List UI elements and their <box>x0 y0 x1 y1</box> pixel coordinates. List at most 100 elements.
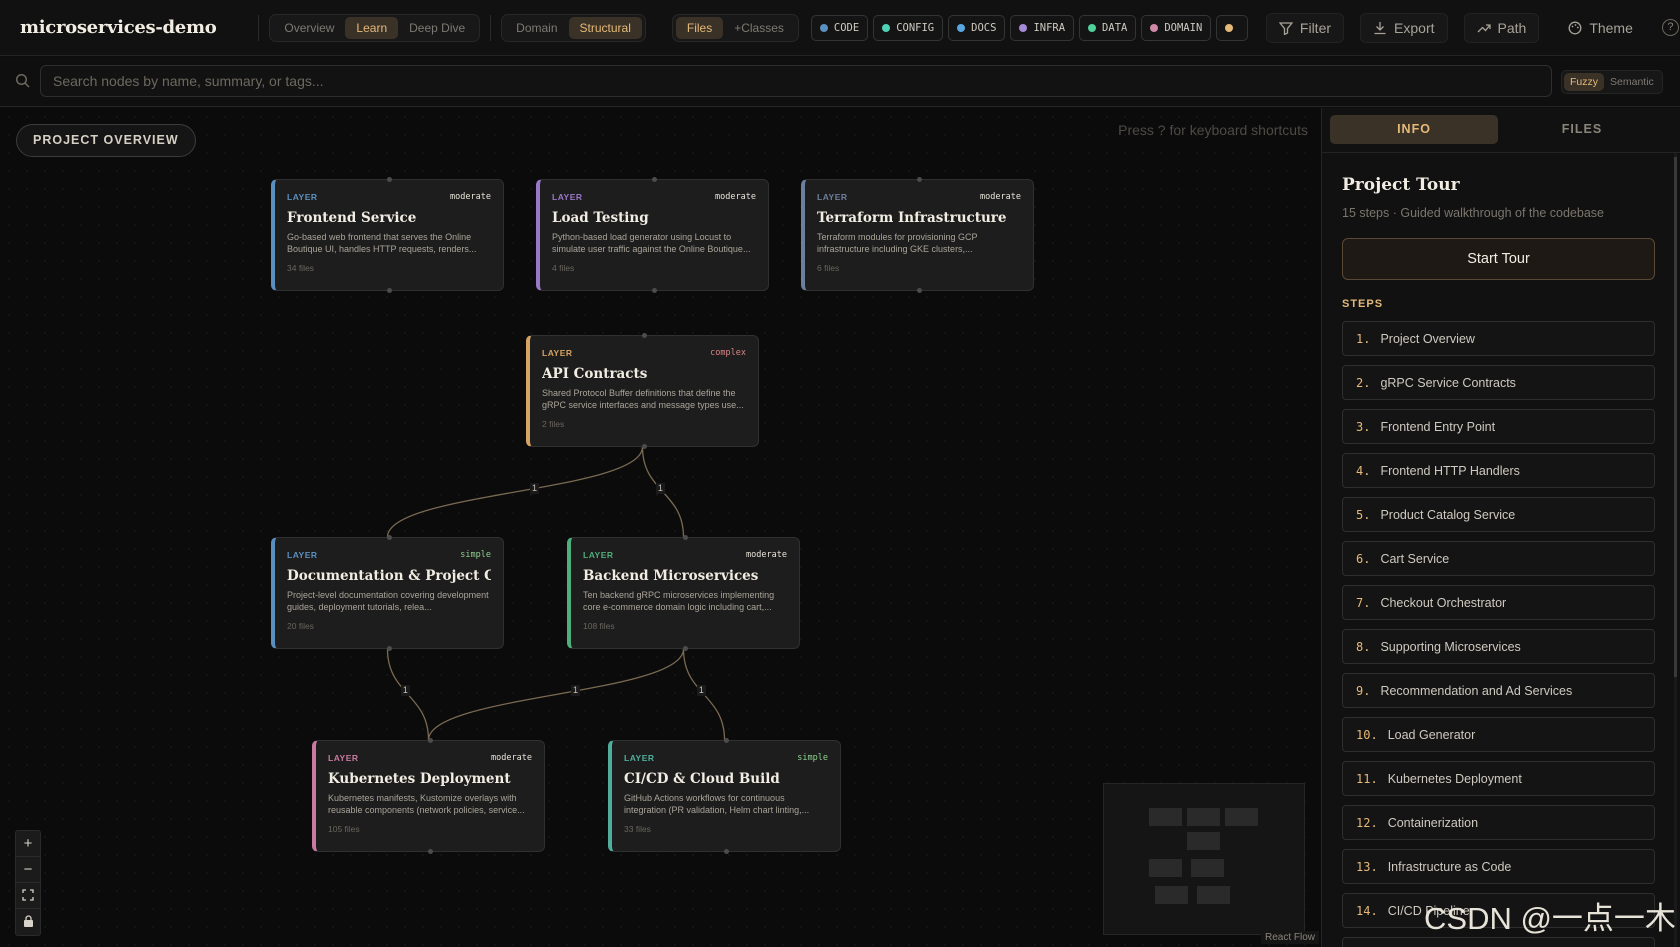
node-title: Backend Microservices <box>583 568 759 584</box>
minimap-node <box>1187 832 1220 850</box>
tour-step[interactable]: 8. Supporting Microservices <box>1342 629 1655 664</box>
node-summary: Go-based web frontend that serves the On… <box>287 232 477 254</box>
tour-step-label: Kubernetes Deployment <box>1387 771 1522 786</box>
minimap-node <box>1197 886 1230 904</box>
node-handle-top[interactable] <box>641 333 647 338</box>
graph-edge[interactable] <box>427 648 685 741</box>
category-color-dot <box>1088 23 1097 32</box>
minimap-node <box>1225 808 1258 826</box>
tour-step[interactable]: 4. Frontend HTTP Handlers <box>1342 453 1655 488</box>
node-handle-bottom[interactable] <box>916 288 922 293</box>
node-terraform-infrastructure[interactable]: LAYER moderate Terraform Infrastructure T… <box>801 177 1034 293</box>
tour-step[interactable]: 5. Product Catalog Service <box>1342 497 1655 532</box>
tour-step[interactable]: 2. gRPC Service Contracts <box>1342 365 1655 400</box>
export-button[interactable]: Export <box>1360 12 1448 43</box>
tour-step[interactable]: 12. Containerization <box>1342 805 1655 840</box>
tour-step[interactable]: 7. Checkout Orchestrator <box>1342 585 1655 620</box>
detail-mode-classes[interactable]: +Classes <box>723 17 795 39</box>
search-mode-fuzzy[interactable]: Fuzzy <box>1564 73 1605 91</box>
project-overview-button[interactable]: PROJECT OVERVIEW <box>16 124 196 157</box>
chip-docs[interactable]: DOCS <box>948 14 1006 41</box>
node-handle-bottom[interactable] <box>723 849 729 854</box>
chip-code[interactable]: CODE <box>810 14 869 41</box>
zoom-in-button[interactable]: + <box>16 831 40 857</box>
node-file-count: 33 files <box>624 824 651 834</box>
node-handle-bottom[interactable] <box>641 444 647 449</box>
node-handle-bottom[interactable] <box>386 646 392 651</box>
layout-mode-structural[interactable]: Structural <box>568 16 642 39</box>
node-handle-bottom[interactable] <box>651 288 657 293</box>
chip-data[interactable]: DATA <box>1079 14 1137 41</box>
node-handle-bottom[interactable] <box>682 646 688 651</box>
node-handle-top[interactable] <box>386 177 392 182</box>
detail-mode-files[interactable]: Files <box>675 16 724 39</box>
layout-mode-domain[interactable]: Domain <box>505 17 568 39</box>
view-mode-learn[interactable]: Learn <box>345 16 399 39</box>
tour-step[interactable]: 1. Project Overview <box>1342 321 1655 356</box>
chip-infra[interactable]: INFRA <box>1010 14 1075 41</box>
node-load-testing[interactable]: LAYER moderate Load Testing Python-based … <box>536 177 769 293</box>
panel-scrollbar[interactable] <box>1674 153 1677 947</box>
node-frontend-service[interactable]: LAYER moderate Frontend Service Go-based … <box>271 177 504 293</box>
zoom-out-button[interactable]: − <box>16 857 40 883</box>
node-api-contracts[interactable]: LAYER complex API Contracts Shared Protoc… <box>526 333 759 449</box>
top-bar: microservices-demo Overview Learn Deep D… <box>0 0 1680 56</box>
react-flow-attribution[interactable]: React Flow <box>1261 931 1320 944</box>
start-tour-button[interactable]: Start Tour <box>1342 238 1655 280</box>
view-mode-deep-dive[interactable]: Deep Dive <box>398 17 476 39</box>
node-handle-top[interactable] <box>427 738 433 743</box>
node-handle-top[interactable] <box>386 535 392 540</box>
filter-button[interactable]: Filter <box>1265 12 1345 43</box>
tour-step[interactable]: 9. Recommendation and Ad Services <box>1342 673 1655 708</box>
lock-button[interactable] <box>16 909 40 935</box>
node-complexity: simple <box>797 753 828 763</box>
graph-edge[interactable] <box>386 446 644 538</box>
node-cicd-cloud-build[interactable]: LAYER simple CI/CD & Cloud Build GitHub A… <box>608 738 841 854</box>
fit-view-button[interactable] <box>16 883 40 909</box>
tour-step-label: Frontend HTTP Handlers <box>1380 463 1520 478</box>
scrollbar-thumb[interactable] <box>1674 157 1677 677</box>
tour-step-label: Cart Service <box>1380 551 1450 566</box>
keyboard-shortcut-hint: Press ? for keyboard shortcuts <box>1118 122 1308 138</box>
node-backend-microservices[interactable]: LAYER moderate Backend Microservices Ten … <box>567 535 800 651</box>
search-mode-switch: Fuzzy Semantic <box>1561 70 1663 94</box>
search-input[interactable] <box>40 65 1552 97</box>
tab-info[interactable]: INFO <box>1330 115 1498 144</box>
node-handle-top[interactable] <box>916 177 922 182</box>
node-summary: Terraform modules for provisioning GCP i… <box>817 232 978 254</box>
app-title: microservices-demo <box>20 17 217 38</box>
chip-more[interactable] <box>1216 14 1248 41</box>
node-handle-top[interactable] <box>651 177 657 182</box>
tour-step[interactable]: 13. Infrastructure as Code <box>1342 849 1655 884</box>
chip-config[interactable]: CONFIG <box>873 14 944 41</box>
node-handle-bottom[interactable] <box>386 288 392 293</box>
node-summary: Ten backend gRPC microservices implement… <box>583 590 775 612</box>
tour-step[interactable]: 10. Load Generator <box>1342 717 1655 752</box>
graph-canvas[interactable]: PROJECT OVERVIEW Press ? for keyboard sh… <box>0 108 1321 947</box>
node-complexity: simple <box>460 550 491 560</box>
node-kind: LAYER <box>552 192 583 202</box>
node-documentation-project-config[interactable]: LAYER simple Documentation & Project Conf… <box>271 535 504 651</box>
tour-step[interactable]: 11. Kubernetes Deployment <box>1342 761 1655 796</box>
tour-step-number: 5. <box>1356 507 1371 522</box>
tour-step[interactable]: 6. Cart Service <box>1342 541 1655 576</box>
node-complexity: moderate <box>980 192 1021 202</box>
node-complexity: moderate <box>450 192 491 202</box>
tour-step-number: 13. <box>1356 859 1378 874</box>
minimap[interactable] <box>1103 783 1305 935</box>
tour-step[interactable]: 15. <box>1342 937 1655 947</box>
chip-domain[interactable]: DOMAIN <box>1141 14 1212 41</box>
tour-step-label: Containerization <box>1387 815 1479 830</box>
view-mode-overview[interactable]: Overview <box>273 17 345 39</box>
node-handle-top[interactable] <box>723 738 729 743</box>
tour-step[interactable]: 3. Frontend Entry Point <box>1342 409 1655 444</box>
help-icon[interactable]: ? <box>1661 19 1679 36</box>
theme-button[interactable]: Theme <box>1555 13 1646 43</box>
divider <box>1322 152 1680 153</box>
node-handle-bottom[interactable] <box>427 849 433 854</box>
path-button[interactable]: Path <box>1463 12 1540 43</box>
node-handle-top[interactable] <box>682 535 688 540</box>
node-kubernetes-deployment[interactable]: LAYER moderate Kubernetes Deployment Kube… <box>312 738 545 854</box>
search-mode-semantic[interactable]: Semantic <box>1604 73 1660 91</box>
tab-files[interactable]: FILES <box>1498 115 1666 144</box>
